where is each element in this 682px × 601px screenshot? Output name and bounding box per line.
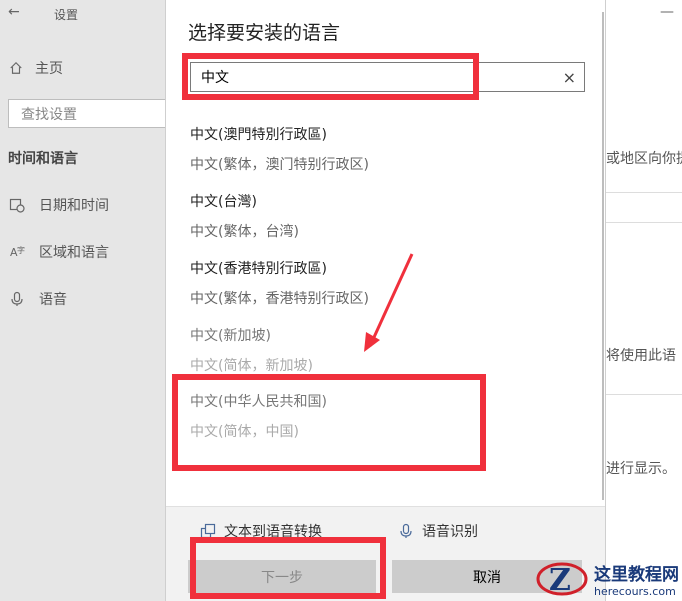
watermark-logo-icon: Z xyxy=(536,562,588,598)
sidebar-item-date-time[interactable]: 日期和时间 xyxy=(9,195,109,215)
language-name: 中文(台灣) xyxy=(190,194,257,210)
language-name: 中文(澳門特別行政區) xyxy=(190,127,327,143)
language-option-taiwan[interactable]: 中文(台灣) 中文(繁体，台湾) xyxy=(190,191,299,241)
watermark-url: herecours.com xyxy=(594,584,676,598)
sidebar-item-label: 日期和时间 xyxy=(39,198,109,214)
language-subtitle: 中文(繁体，台湾) xyxy=(190,224,299,240)
language-subtitle: 中文(繁体，澳门特别行政区) xyxy=(190,157,369,173)
microphone-icon xyxy=(400,523,412,538)
language-subtitle: 中文(繁体，香港特别行政区) xyxy=(190,291,369,307)
language-option-hongkong[interactable]: 中文(香港特別行政區) 中文(繁体，香港特别行政区) xyxy=(190,258,369,308)
home-icon xyxy=(10,61,22,74)
feature-speech-recognition: 语音识别 xyxy=(398,521,478,541)
settings-search-input[interactable]: 查找设置 xyxy=(8,99,172,128)
annotation-box-search xyxy=(182,53,479,100)
language-icon: A 字 xyxy=(10,245,25,259)
back-arrow-icon[interactable]: ← xyxy=(8,4,20,20)
background-text: 将使用此语 xyxy=(606,348,676,364)
watermark-title: 这里教程网 xyxy=(594,564,679,585)
background-text: 或地区向你提 xyxy=(606,151,682,167)
sidebar-item-home[interactable]: 主页 xyxy=(9,58,63,78)
feature-label: 语音识别 xyxy=(422,524,478,540)
svg-text:Z: Z xyxy=(549,563,571,598)
clear-icon[interactable]: × xyxy=(563,68,576,87)
section-title: 时间和语言 xyxy=(8,151,78,167)
language-name: 中文(香港特別行政區) xyxy=(190,261,327,277)
language-subtitle: 中文(简体，新加坡) xyxy=(190,358,313,374)
svg-text:字: 字 xyxy=(17,245,25,255)
divider xyxy=(606,222,682,223)
annotation-box-language xyxy=(172,374,486,471)
dialog-title: 选择要安装的语言 xyxy=(188,22,341,44)
divider xyxy=(606,394,682,395)
settings-sidebar: ← 设置 主页 查找设置 时间和语言 日期和时间 A 字 区域和语言 语音 xyxy=(0,0,172,601)
minimize-icon[interactable]: — xyxy=(660,4,674,20)
calendar-clock-icon xyxy=(9,198,25,213)
sidebar-item-label: 区域和语言 xyxy=(39,245,109,261)
divider xyxy=(606,192,682,193)
sidebar-item-label: 主页 xyxy=(35,61,63,77)
sidebar-item-label: 语音 xyxy=(39,292,67,308)
language-option-singapore[interactable]: 中文(新加坡) 中文(简体，新加坡) xyxy=(190,325,313,375)
sidebar-item-region-language[interactable]: A 字 区域和语言 xyxy=(9,242,109,262)
annotation-box-next xyxy=(190,537,386,599)
settings-title: 设置 xyxy=(54,8,79,22)
watermark: Z 这里教程网 herecours.com xyxy=(534,556,682,601)
language-name: 中文(新加坡) xyxy=(190,328,271,344)
background-content xyxy=(606,0,682,601)
annotation-arrow-icon xyxy=(364,253,414,352)
microphone-icon xyxy=(11,291,23,306)
background-text: 进行显示。 xyxy=(606,461,676,477)
sidebar-item-speech[interactable]: 语音 xyxy=(9,289,67,309)
language-option-macao[interactable]: 中文(澳門特別行政區) 中文(繁体，澳门特别行政区) xyxy=(190,124,369,174)
